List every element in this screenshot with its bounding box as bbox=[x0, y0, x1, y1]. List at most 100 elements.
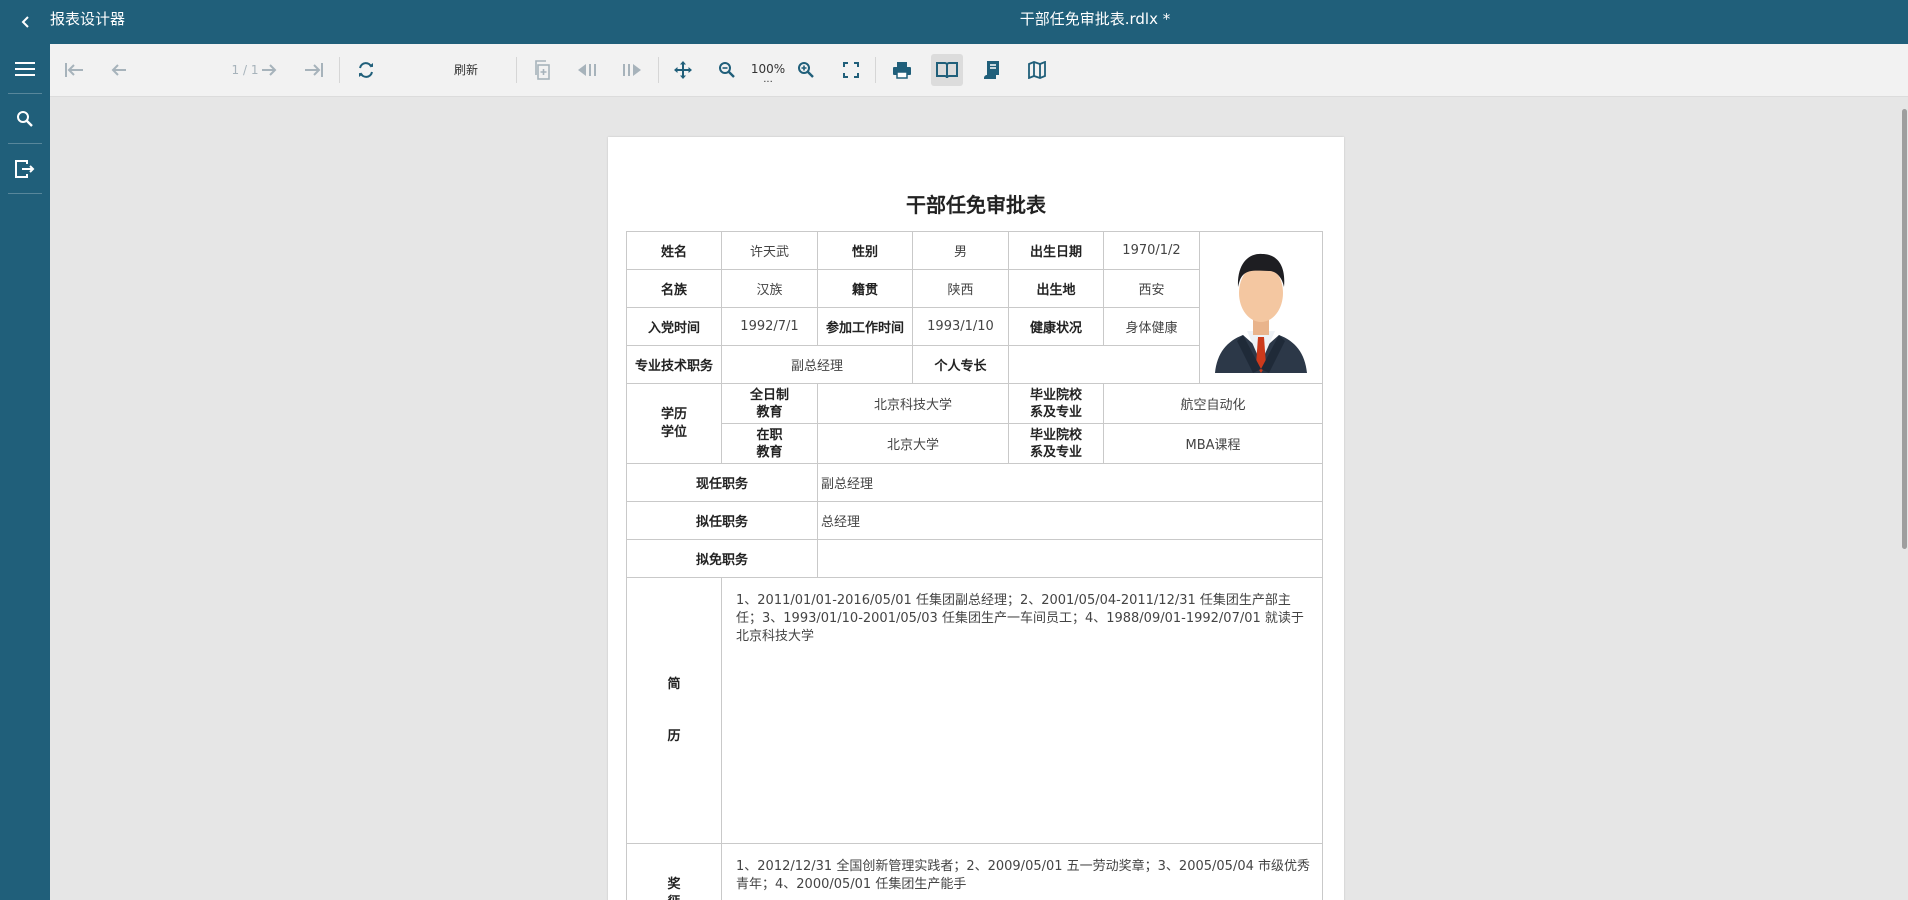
page-copy-button[interactable] bbox=[526, 54, 558, 86]
refresh-label[interactable]: 刷新 bbox=[454, 44, 478, 96]
pan-icon bbox=[674, 61, 692, 79]
fulltime-major-value: 航空自动化 bbox=[1103, 383, 1323, 424]
specialty-label: 个人专长 bbox=[912, 345, 1009, 384]
sidebar-divider bbox=[8, 93, 42, 94]
pan-button[interactable] bbox=[667, 54, 699, 86]
sidebar-divider bbox=[8, 143, 42, 144]
health-value: 身体健康 bbox=[1103, 307, 1200, 346]
name-label: 姓名 bbox=[626, 231, 722, 270]
birthplace-label: 出生地 bbox=[1008, 269, 1104, 308]
refresh-button[interactable] bbox=[350, 54, 382, 86]
approval-form-table: 姓名 许天武 性别 男 出生日期 1970/1/2 名族 汉族 籍贯 陕西 出生… bbox=[626, 231, 1323, 900]
work-start-value: 1993/1/10 bbox=[912, 307, 1009, 346]
fulltime-school-major-label: 毕业院校 系及专业 bbox=[1008, 383, 1104, 424]
page-indicator[interactable]: 1 / 1 bbox=[180, 44, 310, 96]
party-date-label: 入党时间 bbox=[626, 307, 722, 346]
gender-label: 性别 bbox=[817, 231, 913, 270]
birthplace-value: 西安 bbox=[1103, 269, 1200, 308]
ethnicity-label: 名族 bbox=[626, 269, 722, 308]
current-post-value: 副总经理 bbox=[817, 463, 1323, 502]
refresh-icon bbox=[359, 62, 373, 78]
continuous-view-icon bbox=[984, 61, 999, 79]
native-place-label: 籍贯 bbox=[817, 269, 913, 308]
party-date-value: 1992/7/1 bbox=[721, 307, 818, 346]
fullscreen-icon bbox=[843, 62, 859, 78]
proposed-post-label: 拟任职务 bbox=[626, 501, 818, 540]
next-page-icon bbox=[262, 64, 277, 76]
print-button[interactable] bbox=[886, 54, 918, 86]
resume-label: 简 历 bbox=[626, 577, 722, 844]
toolbar-divider bbox=[875, 57, 876, 83]
work-start-label: 参加工作时间 bbox=[817, 307, 913, 346]
inservice-major-value: MBA课程 bbox=[1103, 423, 1323, 464]
forward-button[interactable] bbox=[616, 54, 648, 86]
fullscreen-button[interactable] bbox=[835, 54, 867, 86]
fulltime-edu-label: 全日制 教育 bbox=[721, 383, 818, 424]
inservice-school-major-label: 毕业院校 系及专业 bbox=[1008, 423, 1104, 464]
menu-icon bbox=[15, 62, 35, 76]
portrait-photo bbox=[1215, 253, 1307, 373]
viewer-toolbar: 1 / 1 刷新 100% ... bbox=[50, 44, 1908, 97]
first-page-button[interactable] bbox=[58, 54, 90, 86]
book-view-icon bbox=[936, 62, 958, 79]
export-icon bbox=[15, 160, 35, 178]
zoom-more[interactable]: ... bbox=[750, 74, 786, 85]
fulltime-school-value: 北京科技大学 bbox=[817, 383, 1009, 424]
photo-cell bbox=[1199, 231, 1323, 384]
zoom-out-button[interactable] bbox=[711, 54, 743, 86]
zoom-in-button[interactable] bbox=[790, 54, 822, 86]
tech-title-value: 副总经理 bbox=[721, 345, 913, 384]
toolbar-divider bbox=[658, 57, 659, 83]
report-viewer[interactable]: 干部任免审批表 姓名 许天武 性别 男 出生日期 1970/1/2 名族 汉族 … bbox=[50, 97, 1908, 900]
prev-page-button[interactable] bbox=[103, 54, 135, 86]
sidebar bbox=[0, 44, 50, 900]
report-page: 干部任免审批表 姓名 许天武 性别 男 出生日期 1970/1/2 名族 汉族 … bbox=[608, 137, 1344, 900]
resume-value: 1、2011/01/01-2016/05/01 任集团副总经理；2、2001/0… bbox=[721, 577, 1323, 844]
galley-view-button[interactable] bbox=[1021, 54, 1053, 86]
next-page-button[interactable] bbox=[253, 54, 285, 86]
galley-view-icon bbox=[1028, 61, 1046, 79]
native-place-value: 陕西 bbox=[912, 269, 1009, 308]
search-button[interactable] bbox=[10, 104, 40, 134]
proposed-post-value: 总经理 bbox=[817, 501, 1323, 540]
awards-value: 1、2012/12/31 全国创新管理实践者；2、2009/05/01 五一劳动… bbox=[721, 843, 1323, 900]
print-icon bbox=[893, 62, 911, 79]
sidebar-divider bbox=[8, 193, 42, 194]
prev-page-icon bbox=[111, 64, 126, 76]
specialty-value bbox=[1008, 345, 1200, 384]
continuous-view-button[interactable] bbox=[976, 54, 1008, 86]
tech-title-label: 专业技术职务 bbox=[626, 345, 722, 384]
last-page-button[interactable] bbox=[298, 54, 330, 86]
zoom-in-icon bbox=[798, 62, 814, 78]
menu-button[interactable] bbox=[10, 54, 40, 84]
birth-date-value: 1970/1/2 bbox=[1103, 231, 1200, 270]
inservice-edu-label: 在职 教育 bbox=[721, 423, 818, 464]
proposed-removal-value bbox=[817, 539, 1323, 578]
last-page-icon bbox=[305, 63, 323, 77]
current-post-label: 现任职务 bbox=[626, 463, 818, 502]
education-label: 学历 学位 bbox=[626, 383, 722, 464]
toolbar-divider bbox=[516, 57, 517, 83]
report-title: 干部任免审批表 bbox=[906, 193, 1046, 217]
inservice-school-value: 北京大学 bbox=[817, 423, 1009, 464]
title-bar: 报表设计器 干部任免审批表.rdlx * bbox=[0, 0, 1908, 44]
awards-label: 奖 惩 bbox=[626, 843, 722, 900]
back-button[interactable] bbox=[571, 54, 603, 86]
document-title: 干部任免审批表.rdlx * bbox=[1019, 10, 1171, 28]
birth-date-label: 出生日期 bbox=[1008, 231, 1104, 270]
toolbar-divider bbox=[339, 57, 340, 83]
health-label: 健康状况 bbox=[1008, 307, 1104, 346]
gender-value: 男 bbox=[912, 231, 1009, 270]
export-button[interactable] bbox=[10, 154, 40, 184]
proposed-removal-label: 拟免职务 bbox=[626, 539, 818, 578]
book-view-button[interactable] bbox=[931, 54, 963, 86]
zoom-out-icon bbox=[719, 62, 735, 78]
page-copy-icon bbox=[535, 60, 550, 80]
forward-icon bbox=[623, 64, 641, 76]
ethnicity-value: 汉族 bbox=[721, 269, 818, 308]
vertical-scrollbar[interactable] bbox=[1900, 97, 1908, 900]
back-icon bbox=[578, 64, 596, 76]
first-page-icon bbox=[65, 63, 83, 77]
name-value: 许天武 bbox=[721, 231, 818, 270]
scrollbar-thumb[interactable] bbox=[1902, 109, 1907, 549]
